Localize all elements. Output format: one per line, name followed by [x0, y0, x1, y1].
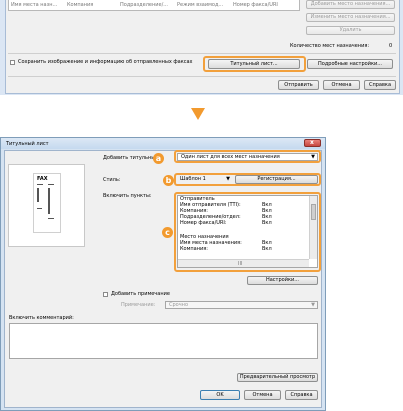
dialog-cancel-button[interactable]: Отмена — [244, 390, 281, 400]
close-icon: x — [310, 139, 314, 146]
column-header-mode[interactable]: Режим взаимод... — [177, 2, 223, 8]
chevron-down-icon: ▼ — [226, 176, 230, 182]
destination-count-label: Количество мест назначения: — [290, 43, 370, 49]
send-button[interactable]: Отправить — [278, 80, 319, 90]
comment-textarea[interactable] — [9, 323, 318, 359]
column-header-fax-number[interactable]: Номер факса/URI — [233, 2, 278, 8]
add-cover-label: Добавить титульный — [103, 155, 159, 161]
add-cover-select[interactable]: Один лист для всех мест назначения ▼ — [177, 153, 318, 161]
cancel-button[interactable]: Отмена — [323, 80, 360, 90]
send-window-body: Имя места назн... Компания Подразделение… — [5, 0, 400, 94]
vertical-scrollbar[interactable] — [309, 196, 317, 259]
comment-label: Включить комментарий: — [9, 315, 74, 321]
list-item[interactable]: Номер факса/URI: — [180, 220, 227, 226]
separator — [8, 53, 396, 54]
preview-pane: FAX — [8, 164, 85, 247]
preview-line — [48, 184, 54, 185]
column-header-name[interactable]: Имя места назн... — [11, 2, 57, 8]
column-header-department[interactable]: Подразделение/... — [120, 2, 168, 8]
dialog-title: Титульный лист — [6, 141, 49, 147]
include-items-list[interactable]: Отправитель Имя отправителя (TTI): Вкл К… — [177, 195, 318, 268]
list-item-value: Вкл — [262, 220, 272, 226]
add-destination-button[interactable]: Добавить место назначения... — [306, 0, 395, 9]
include-items-label: Включить пункты: — [103, 193, 152, 199]
style-label: Стиль: — [103, 177, 121, 183]
delete-destination-button[interactable]: Удалить — [306, 26, 395, 35]
destination-list[interactable]: Имя места назн... Компания Подразделение… — [8, 0, 300, 11]
help-button[interactable]: Справка — [364, 80, 396, 90]
add-note-checkbox[interactable] — [103, 292, 108, 297]
dialog-help-button[interactable]: Справка — [285, 390, 318, 400]
preview-button[interactable]: Предварительный просмотр — [237, 373, 318, 382]
save-info-checkbox[interactable] — [10, 60, 15, 65]
add-cover-value: Один лист для всех мест назначения — [181, 154, 280, 160]
style-value: Шаблон 1 — [180, 176, 206, 182]
list-item[interactable]: Компания: — [180, 246, 208, 252]
list-item-value: Вкл — [262, 246, 272, 252]
cover-sheet-button[interactable]: Титульный лист... — [208, 59, 300, 69]
circle-badge-b: b — [163, 175, 174, 186]
circle-badge-c: c — [162, 227, 173, 238]
preview-line — [37, 184, 43, 185]
style-select[interactable]: Шаблон 1 ▼ — [177, 176, 232, 184]
send-window: Имя места назн... Компания Подразделение… — [0, 0, 403, 95]
preview-line — [48, 218, 54, 219]
settings-button[interactable]: Настройки... — [247, 276, 318, 285]
edit-destination-button[interactable]: Изменить место назначения... — [306, 13, 395, 22]
destination-count-value: 0 — [389, 43, 393, 49]
close-button[interactable]: x — [304, 139, 321, 147]
scroll-grip: III — [238, 261, 243, 267]
dialog-client: FAX Добавить титульный a Один лист для в… — [4, 150, 322, 408]
bottom-separator — [8, 76, 396, 77]
chevron-down-icon: ▼ — [311, 154, 315, 160]
horizontal-scrollbar[interactable]: III — [178, 259, 309, 267]
preview-line — [37, 188, 39, 202]
chevron-down-icon: ▼ — [311, 302, 315, 308]
preview-line — [37, 208, 42, 209]
dialog-titlebar: Титульный лист x — [1, 138, 325, 149]
note-type-label: Примечание: — [121, 302, 156, 308]
preview-page: FAX — [33, 173, 61, 233]
column-header-company[interactable]: Компания — [67, 2, 93, 8]
save-info-label: Сохранить изображение и информацию об от… — [18, 59, 193, 65]
add-note-label: Добавить примечание — [111, 291, 170, 297]
circle-badge-a: a — [153, 153, 164, 164]
down-arrow-icon — [191, 108, 205, 120]
note-type-value: Срочно — [169, 302, 189, 308]
preview-line — [48, 188, 50, 214]
register-button[interactable]: Регистрация... — [235, 175, 318, 184]
ok-button[interactable]: OK — [200, 390, 240, 400]
cover-sheet-dialog: Титульный лист x FAX Добавить титульный … — [0, 137, 326, 411]
scroll-thumb[interactable] — [311, 204, 316, 220]
advanced-settings-button[interactable]: Подробные настройки... — [307, 59, 393, 69]
preview-fax-text: FAX — [37, 176, 48, 182]
note-type-select[interactable]: Срочно ▼ — [165, 301, 318, 309]
